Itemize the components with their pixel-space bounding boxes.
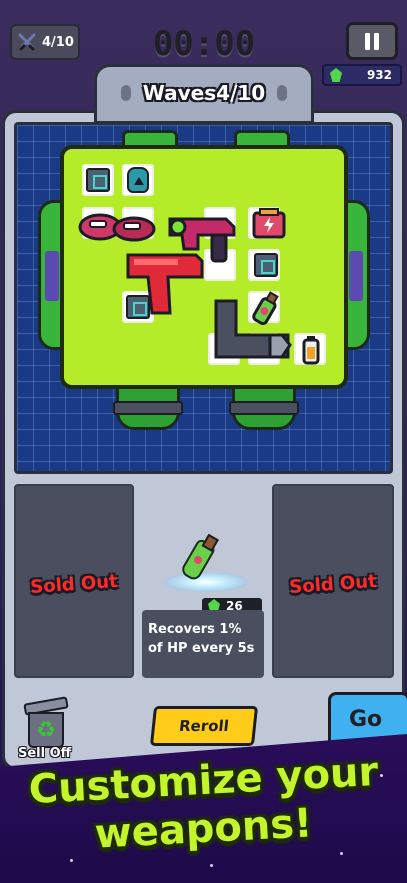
circuit-chip-icon[interactable]: [86, 168, 110, 192]
sell-bin-button[interactable]: [23, 696, 69, 750]
reroll-button[interactable]: Reroll: [149, 706, 259, 746]
sell-off-label[interactable]: Sell Off: [18, 746, 71, 761]
wave-counter: 4/10: [10, 24, 80, 60]
crossed-swords-icon: [18, 33, 36, 51]
bottom-mount: [229, 386, 299, 430]
gray-cannon-icon[interactable]: [210, 297, 294, 363]
waves-title: Waves4/10: [142, 81, 266, 105]
shop-item-preview[interactable]: [140, 520, 268, 600]
battery-cell-icon[interactable]: [302, 335, 320, 365]
recycle-icon: [28, 712, 64, 748]
item-description[interactable]: Recovers 1% of HP every 5s: [142, 610, 264, 678]
sold-out-label: Sold Out: [29, 570, 119, 599]
pause-icon: [374, 32, 379, 50]
sneakers-icon[interactable]: [78, 207, 158, 243]
circuit-chip-icon[interactable]: [254, 253, 278, 277]
gem-icon: [330, 68, 342, 82]
inventory-board[interactable]: [60, 145, 348, 389]
sold-out-label: Sold Out: [288, 570, 378, 599]
machine-title-cap: Waves4/10: [94, 64, 314, 124]
pause-button[interactable]: [346, 22, 398, 60]
star: [340, 852, 343, 855]
item-glow: [164, 572, 248, 592]
battery-box-icon[interactable]: [252, 207, 286, 241]
gem-balance: 932: [322, 64, 402, 86]
round-timer: 00:00: [152, 24, 256, 64]
circuit-chip-icon[interactable]: [126, 295, 150, 319]
shop-card-right[interactable]: Sold Out: [272, 484, 394, 678]
bottom-mount: [113, 386, 183, 430]
pause-icon: [365, 32, 370, 50]
star: [210, 864, 213, 867]
crystal-vial-icon[interactable]: [127, 167, 149, 193]
gem-balance-value: 932: [366, 68, 392, 82]
shop-card-left[interactable]: Sold Out: [14, 484, 134, 678]
wave-counter-text: 4/10: [42, 34, 74, 50]
star: [70, 859, 73, 862]
